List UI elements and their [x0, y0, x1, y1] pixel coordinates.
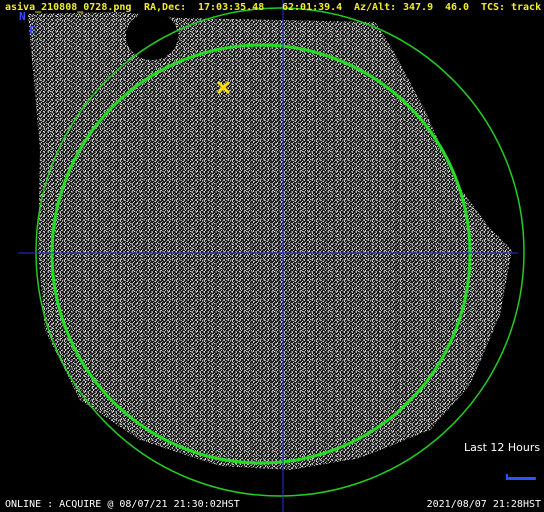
header-dec-value: 62:01:39.4 [282, 2, 343, 13]
legend-label: Last 12 Hours [464, 441, 541, 454]
header-tcs-label: TCS: [481, 2, 506, 13]
track-line-swatch [506, 474, 536, 480]
header-tcs-state: track [511, 2, 542, 13]
sky-texture [28, 12, 512, 470]
header-alt-value: 46.0 [445, 2, 470, 13]
header-az-value: 347.9 [403, 2, 434, 13]
header-ra-value: 17:03:35.48 [198, 2, 265, 13]
all-sky-camera-view: asiva_210808_0728.png RA,Dec: 17:03:35.4… [0, 0, 544, 512]
occulting-blob [126, 12, 178, 60]
header-radec-label: RA,Dec: [144, 2, 187, 13]
footer-status: ONLINE : ACQUIRE @ 08/07/21 21:30:02HST [5, 499, 240, 510]
compass-north-label: N [19, 10, 26, 23]
sky-image [18, 0, 525, 512]
header-azalt-label: Az/Alt: [354, 2, 397, 13]
footer-timestamp: 2021/08/07 21:28HST [426, 499, 541, 510]
compass-east-label: E [29, 24, 36, 37]
